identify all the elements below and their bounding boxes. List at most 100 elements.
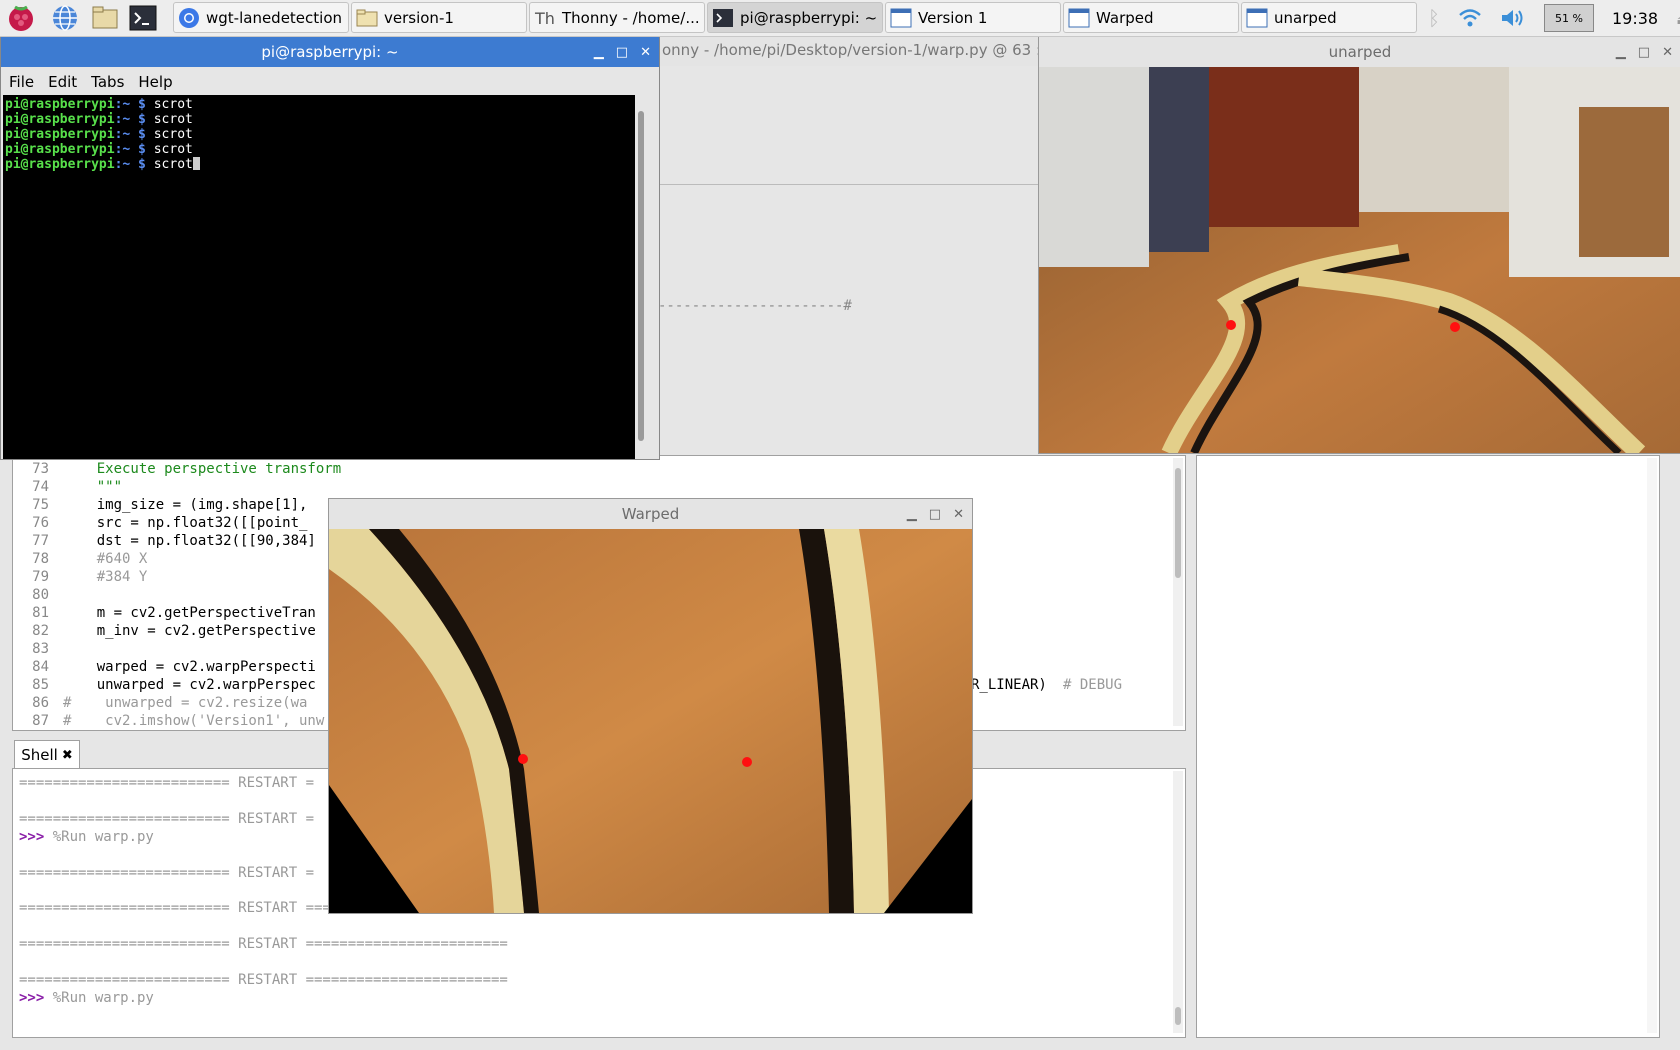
shell-prompt: >>> [19,989,53,1006]
task-wgt-lanedetection[interactable]: wgt-lanedetection ... [173,2,349,33]
minimize-icon[interactable]: ▁ [594,45,604,60]
line-code: src = np.float32([[point_ [63,515,308,531]
unarped-window: unarped ▁ □ ✕ [1038,36,1680,454]
volume-icon[interactable] [1500,7,1526,29]
line-number: 75 [32,497,49,513]
minimize-icon[interactable]: ▁ [907,507,917,522]
line-code: """ [63,479,123,495]
line-code: m = cv2.getPerspectiveTran [63,605,316,621]
terminal-icon[interactable] [128,3,158,33]
line-number: 74 [32,479,49,495]
menu-tabs[interactable]: Tabs [91,73,124,91]
task-terminal[interactable]: pi@raspberrypi: ~ [707,2,883,33]
shell-text: ========================= RESTART = [19,775,315,791]
terminal-path: :~ $ [114,127,146,142]
task-label: pi@raspberrypi: ~ [740,8,878,27]
line-number: 87 [32,713,49,729]
terminal-path: :~ $ [114,157,146,172]
marker-point [1226,320,1236,330]
line-number: 84 [32,659,49,675]
line-code: dst = np.float32([[90,384] [63,533,316,549]
assistant-pane [1196,455,1660,1038]
task-warped[interactable]: Warped [1063,2,1239,33]
right-scrollbar[interactable] [1647,458,1657,1033]
terminal-command: scrot [145,112,193,127]
cpu-monitor[interactable]: 51 % [1544,4,1594,32]
close-icon[interactable]: ✕ [953,507,964,522]
folder-icon [356,9,378,26]
close-icon[interactable]: ✖ [62,748,73,763]
task-version-1-folder[interactable]: version-1 [351,2,527,33]
terminal-titlebar[interactable]: pi@raspberrypi: ~ ▁ □ ✕ [1,37,659,67]
browser-globe-icon[interactable] [50,3,80,33]
tab-shell[interactable]: Shell ✖ [14,740,80,769]
line-number: 79 [32,569,49,585]
unarped-titlebar[interactable]: unarped ▁ □ ✕ [1039,37,1680,67]
close-icon[interactable]: ✕ [1662,45,1673,60]
menu-help[interactable]: Help [138,73,172,91]
shell-line: ========================= RESTART ======… [19,972,508,988]
raspberry-menu-icon[interactable] [6,3,36,33]
shell-text: ========================= RESTART ======… [19,936,508,953]
maximize-icon[interactable]: □ [929,507,941,522]
svg-text:Th: Th [534,9,555,28]
terminal-line: pi@raspberrypi:~ $ scrot [5,127,193,142]
task-thonny[interactable]: Th Thonny - /home/... [529,2,705,33]
camera-image [1039,67,1680,453]
terminal-title: pi@raspberrypi: ~ [261,43,399,61]
line-code: # unwarped = cv2.resize(wa [63,695,308,711]
line-code: warped = cv2.warpPerspecti [63,659,316,675]
cpu-usage: 51 % [1555,11,1583,25]
line-code: #640 X [63,551,148,567]
warped-titlebar[interactable]: Warped ▁ □ ✕ [329,499,972,529]
task-label: Thonny - /home/... [562,8,700,27]
line-code: img_size = (img.shape[1], [63,497,308,513]
line-number: 80 [32,587,49,603]
terminal-path: :~ $ [114,112,146,127]
window-icon [1246,8,1268,27]
minimize-icon[interactable]: ▁ [1616,45,1626,60]
marker-point [518,754,528,764]
task-label: Version 1 [918,8,988,27]
task-version-1-window[interactable]: Version 1 [885,2,1061,33]
file-manager-icon[interactable] [90,3,120,33]
shell-line: ========================= RESTART ======… [19,936,508,952]
bluetooth-icon[interactable]: ᛒ [1428,6,1440,30]
task-label: Warped [1096,8,1154,27]
terminal-user: pi@raspberrypi [5,112,115,127]
terminal-output[interactable]: pi@raspberrypi:~ $ scrot pi@raspberrypi:~… [3,95,647,459]
maximize-icon[interactable]: □ [1638,45,1650,60]
line-code: unwarped = cv2.warpPerspec [63,677,316,693]
menu-edit[interactable]: Edit [48,73,77,91]
marker-point [1450,322,1460,332]
line85-tail: R_LINEAR) [971,677,1047,693]
line-number: 81 [32,605,49,621]
shell-scroll-thumb[interactable] [1175,1007,1181,1025]
line-code: m_inv = cv2.getPerspective [63,623,316,639]
warped-window: Warped ▁ □ ✕ [328,498,973,914]
eject-icon[interactable]: ⏏ [1676,9,1680,28]
line-code: #384 Y [63,569,148,585]
chromium-icon [179,7,199,28]
terminal-icon [713,8,733,27]
editor-scroll-thumb[interactable] [1175,468,1181,578]
close-icon[interactable]: ✕ [640,45,651,60]
terminal-menubar: File Edit Tabs Help [1,67,659,97]
window-icon [1068,8,1090,27]
line-number: 86 [32,695,49,711]
terminal-scrollbar[interactable] [635,95,647,459]
shell-scrollbar[interactable] [1173,771,1183,1033]
terminal-cursor [192,157,200,170]
menu-file[interactable]: File [9,73,34,91]
maximize-icon[interactable]: □ [616,45,628,60]
editor-scrollbar[interactable] [1173,458,1183,726]
clock[interactable]: 19:38 [1612,9,1658,28]
system-tray: ᛒ 51 % 19:38 ⏏ [1428,4,1680,32]
terminal-line: pi@raspberrypi:~ $ scrot [5,142,193,157]
task-unarped[interactable]: unarped [1241,2,1417,33]
wifi-icon[interactable] [1458,7,1482,29]
shell-text: ========================= RESTART = [19,810,315,827]
terminal-scroll-thumb[interactable] [638,111,644,441]
line85-comment: # DEBUG [1063,677,1123,693]
line-number: 83 [32,641,49,657]
